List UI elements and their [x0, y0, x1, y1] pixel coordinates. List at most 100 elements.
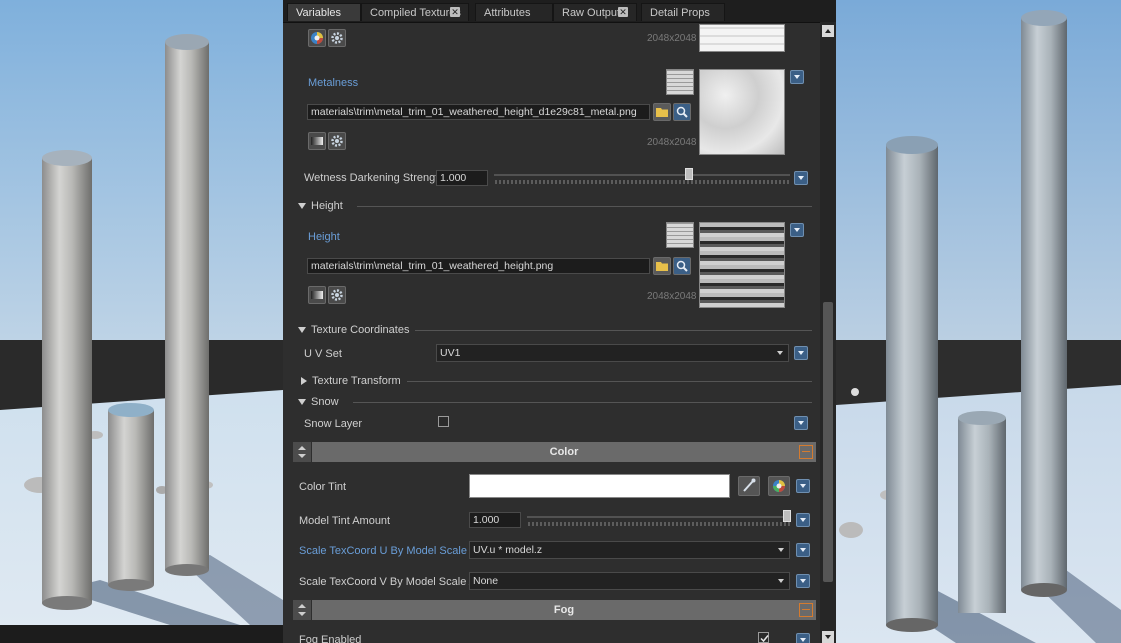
texture-transform-header[interactable]: Texture Transform: [301, 375, 401, 387]
color-group-header[interactable]: Color: [312, 442, 816, 462]
tab-bar: Variables Compiled Textures ✕ Attributes …: [283, 0, 836, 23]
wetness-strength-slider-thumb[interactable]: [685, 168, 694, 180]
viewport-right[interactable]: [836, 0, 1121, 643]
gear-icon: [331, 32, 343, 44]
tab-detail-props[interactable]: Detail Props: [641, 3, 725, 21]
fog-enabled-dropdown-button[interactable]: [796, 633, 810, 643]
arrow-up-icon: [825, 29, 831, 33]
scroll-thumb[interactable]: [823, 302, 833, 582]
height-section-title: Height: [311, 200, 343, 212]
fog-group-header[interactable]: Fog: [312, 600, 816, 620]
texture-preview-button[interactable]: [308, 29, 326, 47]
browse-folder-button[interactable]: [653, 257, 671, 275]
height-label[interactable]: Height: [308, 231, 340, 243]
panel-scrollbar[interactable]: [820, 22, 836, 643]
tab-variables[interactable]: Variables: [287, 3, 361, 21]
color-tint-swatch[interactable]: [469, 474, 730, 498]
texture-channel-button[interactable]: [308, 132, 326, 150]
snow-layer-label: Snow Layer: [304, 418, 363, 430]
fog-enabled-checkbox[interactable]: [758, 632, 769, 643]
uvset-dropdown-button[interactable]: [794, 346, 808, 360]
wetness-strength-slider[interactable]: [494, 171, 790, 185]
snow-layer-checkbox[interactable]: [438, 416, 449, 427]
snow-layer-dropdown-button[interactable]: [794, 416, 808, 430]
scale-u-select[interactable]: UV.u * model.z: [469, 541, 790, 559]
wetness-strength-dropdown-button[interactable]: [794, 171, 808, 185]
texcoord-section-title: Texture Coordinates: [311, 324, 410, 336]
color-tint-label: Color Tint: [299, 481, 347, 493]
fog-group-collapse-button[interactable]: [799, 603, 813, 617]
height-section-header[interactable]: Height: [298, 200, 343, 212]
uvset-value: UV1: [440, 347, 461, 359]
fog-enabled-label: Fog Enabled: [299, 634, 362, 643]
texcoord-section-header[interactable]: Texture Coordinates: [298, 324, 409, 336]
color-wheel-button[interactable]: [768, 476, 790, 496]
model-tint-label: Model Tint Amount: [299, 515, 391, 527]
tab-raw-output-label: Raw Output: [562, 7, 621, 19]
tab-compiled-textures-label: Compiled Textures: [370, 7, 461, 19]
collapse-triangle-icon: [298, 399, 306, 406]
model-tint-slider-thumb[interactable]: [783, 510, 791, 522]
close-icon[interactable]: ✕: [618, 7, 628, 17]
chevron-down-icon: [778, 579, 784, 583]
model-tint-dropdown-button[interactable]: [796, 513, 810, 527]
magnifier-icon: [676, 260, 688, 272]
texture-settings-button[interactable]: [328, 132, 346, 150]
model-tint-slider[interactable]: [527, 513, 791, 527]
color-wheel-icon: [773, 480, 785, 492]
texture-channel-button[interactable]: [308, 286, 326, 304]
height-dropdown-button[interactable]: [790, 223, 804, 237]
uvset-label: U V Set: [304, 348, 342, 360]
viewport-left[interactable]: [0, 0, 283, 643]
close-icon[interactable]: ✕: [450, 7, 460, 17]
metalness-dropdown-button[interactable]: [790, 70, 804, 84]
gradient-icon: [311, 137, 323, 145]
scale-u-label[interactable]: Scale TexCoord U By Model Scale Axis: [299, 545, 490, 557]
uvset-select[interactable]: UV1: [436, 344, 789, 362]
scale-v-dropdown-button[interactable]: [796, 574, 810, 588]
gear-icon: [331, 135, 343, 147]
scale-v-value: None: [473, 575, 499, 587]
color-group-collapse-button[interactable]: [799, 445, 813, 459]
section-divider: [415, 330, 812, 331]
wetness-strength-field[interactable]: 1.000: [436, 170, 488, 186]
color-picker-button[interactable]: [738, 476, 760, 496]
snow-section-header[interactable]: Snow: [298, 396, 339, 408]
group-expand-icon: [298, 446, 306, 458]
browse-folder-button[interactable]: [653, 103, 671, 121]
color-tint-dropdown-button[interactable]: [796, 479, 810, 493]
fog-group-expand-button[interactable]: [293, 600, 311, 620]
height-path-field[interactable]: materials\trim\metal_trim_01_weathered_h…: [307, 258, 650, 274]
scroll-up-button[interactable]: [822, 25, 834, 37]
metalness-thumbnail[interactable]: [699, 69, 785, 155]
folder-icon: [656, 108, 668, 117]
texture-settings-button[interactable]: [328, 29, 346, 47]
tab-compiled-textures[interactable]: Compiled Textures ✕: [361, 3, 469, 21]
tab-detail-props-label: Detail Props: [650, 7, 710, 19]
tab-raw-output[interactable]: Raw Output ✕: [553, 3, 637, 21]
model-tint-field[interactable]: 1.000: [469, 512, 521, 528]
tab-attributes-label: Attributes: [484, 7, 531, 19]
metalness-label[interactable]: Metalness: [308, 77, 358, 89]
scale-u-dropdown-button[interactable]: [796, 543, 810, 557]
texture-thumbnail[interactable]: [699, 24, 785, 52]
scale-v-select[interactable]: None: [469, 572, 790, 590]
arrow-down-icon: [825, 635, 831, 639]
tab-attributes[interactable]: Attributes: [475, 3, 553, 21]
find-texture-button[interactable]: [673, 257, 691, 275]
gradient-icon: [311, 291, 323, 299]
find-texture-button[interactable]: [673, 103, 691, 121]
folder-icon: [656, 262, 668, 271]
expand-triangle-icon: [301, 377, 307, 386]
scroll-down-button[interactable]: [822, 631, 834, 643]
collapse-triangle-icon: [298, 327, 306, 334]
material-properties-panel: Variables Compiled Textures ✕ Attributes …: [283, 0, 836, 643]
height-thumbnail[interactable]: [699, 222, 785, 308]
metalness-resolution: 2048x2048: [647, 137, 697, 148]
texture-settings-button[interactable]: [328, 286, 346, 304]
brick-texture-icon: [666, 222, 694, 248]
metalness-path-field[interactable]: materials\trim\metal_trim_01_weathered_h…: [307, 104, 650, 120]
color-group-expand-button[interactable]: [293, 442, 311, 462]
viewport-left-scene: [0, 0, 283, 643]
color-group-title: Color: [549, 446, 579, 458]
